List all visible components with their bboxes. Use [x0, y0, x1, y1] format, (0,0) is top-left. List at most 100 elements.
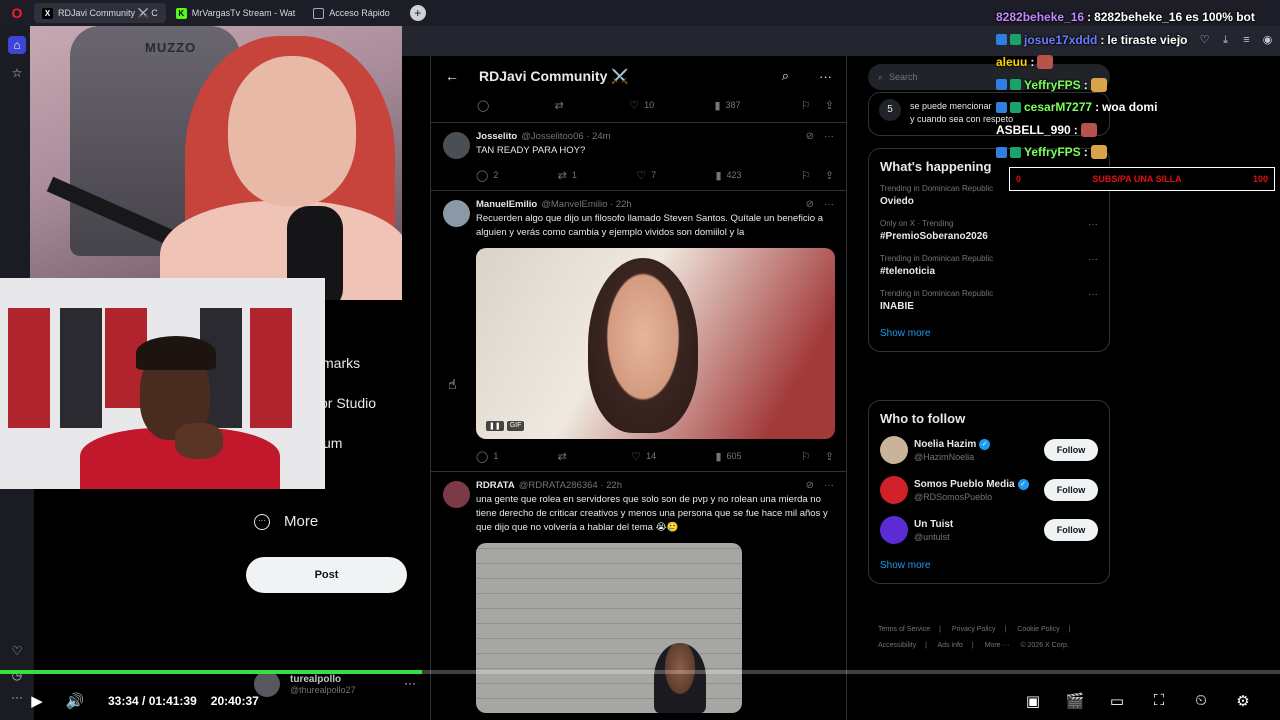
chair-logo: MUZZO [145, 40, 197, 55]
share-icon[interactable]: ⇪ [825, 450, 834, 463]
tab-rdjavi-community[interactable]: X RDJavi Community ⚔️ C [34, 3, 166, 23]
fullscreen-icon[interactable]: ⛶ [1144, 692, 1174, 710]
curtain [250, 308, 292, 428]
avatar[interactable] [880, 516, 908, 544]
tab-acceso-rapido[interactable]: Acceso Rápido [305, 3, 398, 23]
post-button[interactable]: Post [246, 557, 407, 593]
bookmark-icon[interactable]: ⚐ [801, 450, 811, 463]
page-title: RDJavi Community ⚔️ [479, 67, 629, 84]
mod-badge-icon [1010, 101, 1021, 113]
tweet-author-handle[interactable]: @RDRATA286364 · 22h [519, 480, 622, 491]
grok-icon[interactable]: ⊘ [806, 199, 814, 210]
footer-link[interactable]: Privacy Policy [952, 626, 996, 633]
trend-more-icon[interactable]: ··· [1088, 219, 1098, 230]
trend-item[interactable]: Trending in Dominican Republic #telenoti… [869, 248, 1109, 283]
heart-sidebar-icon[interactable]: ♡ [8, 642, 26, 660]
back-arrow-icon[interactable]: ← [445, 68, 459, 84]
bookmark-icon[interactable]: ⚐ [801, 99, 811, 112]
guest-hair [136, 336, 216, 370]
follow-suggestion[interactable]: Somos Pueblo Media ✓ @RDSomosPueblo Follo… [869, 470, 1109, 510]
show-more-link[interactable]: Show more [869, 318, 1109, 351]
gif-image [588, 258, 698, 433]
trend-more-icon[interactable]: ··· [1088, 289, 1098, 300]
play-icon[interactable]: ▶ [22, 692, 52, 710]
tweet-author-name[interactable]: RDRATA [476, 480, 515, 491]
new-tab-button[interactable]: + [409, 5, 426, 21]
trend-more-icon[interactable]: ··· [1088, 254, 1098, 265]
search-icon[interactable]: ⌕ [782, 68, 789, 84]
volume-icon[interactable]: 🔊 [60, 692, 90, 710]
like-button[interactable]: ♡ 14 [631, 450, 656, 463]
tweet-author-name[interactable]: ManuelEmilio [476, 199, 537, 210]
like-button[interactable]: ♡ 10 [629, 99, 654, 112]
views-icon: ▮ [715, 450, 722, 463]
miniplayer-icon[interactable]: ▣ [1018, 692, 1048, 710]
guest-webcam [0, 278, 325, 489]
footer-link[interactable]: More ··· [985, 642, 1010, 649]
tweet-author-name[interactable]: Josselito [476, 131, 517, 142]
reply-button[interactable]: ◯ 2 [476, 169, 498, 182]
tweet[interactable]: ManuelEmilio @ManvelEmilio · 22h ⊘ ··· Re… [431, 190, 846, 471]
share-icon[interactable]: ⇪ [825, 169, 834, 182]
repost-button[interactable]: ⇄ 1 [558, 169, 577, 182]
chat-username: YeffryFPS [1024, 77, 1081, 92]
grok-icon[interactable]: ⊘ [806, 480, 814, 491]
like-button[interactable]: ♡ 7 [636, 169, 656, 182]
chat-text: le tiraste viejo [1107, 32, 1188, 47]
star-icon[interactable]: ☆ [8, 64, 26, 82]
avatar[interactable] [443, 132, 470, 159]
avatar[interactable] [880, 476, 908, 504]
trend-item[interactable]: Only on X · Trending #PremioSoberano2026… [869, 213, 1109, 248]
tweet[interactable]: Josselito @Josselitoo06 · 24m ⊘ ··· TAN R… [431, 122, 846, 190]
footer-link[interactable]: Cookie Policy [1017, 626, 1059, 633]
footer-link[interactable]: Accessibility [878, 642, 916, 649]
bookmark-icon[interactable]: ⚐ [801, 169, 811, 182]
avatar[interactable] [443, 481, 470, 508]
goal-current: 0 [1016, 174, 1022, 184]
nav-item-premium[interactable]: um [323, 435, 342, 451]
nav-item-more[interactable]: ··· More [254, 513, 318, 530]
gif-badge[interactable]: ❚❚ GIF [486, 421, 525, 431]
views-button[interactable]: ▮ 387 [714, 99, 740, 112]
avatar[interactable] [880, 436, 908, 464]
tweet-more-icon[interactable]: ··· [824, 199, 834, 210]
tweet-gif[interactable]: ❚❚ GIF [476, 248, 835, 439]
avatar[interactable] [443, 200, 470, 227]
follow-button[interactable]: Follow [1044, 439, 1098, 461]
tweet-author-handle[interactable]: @Josselitoo06 · 24m [521, 131, 610, 142]
tweet-more-icon[interactable]: ··· [824, 480, 834, 491]
theater-mode-icon[interactable]: ▭ [1102, 692, 1132, 710]
home-icon[interactable]: ⌂ [8, 36, 26, 54]
reply-button[interactable]: ◯ [477, 99, 494, 112]
settings-gear-icon[interactable]: ⚙ [1228, 692, 1258, 710]
views-button[interactable]: ▮ 423 [715, 169, 741, 182]
video-time: 33:34 / 01:41:39 [108, 694, 197, 708]
grok-icon[interactable]: ⊘ [806, 131, 814, 142]
follow-button[interactable]: Follow [1044, 519, 1098, 541]
views-button[interactable]: ▮ 605 [715, 450, 741, 463]
footer-link[interactable]: Ads info [938, 642, 963, 649]
opera-logo-icon[interactable]: O [0, 0, 34, 26]
pause-icon[interactable]: ❚❚ [486, 421, 504, 431]
footer-link[interactable]: Terms of Service [878, 626, 930, 633]
streamer-webcam: MUZZO [30, 26, 402, 300]
reply-button[interactable]: ◯ 1 [476, 450, 498, 463]
follow-button[interactable]: Follow [1044, 479, 1098, 501]
follow-suggestion[interactable]: Un Tuist @untuist Follow [869, 510, 1109, 550]
nav-item-creator-studio[interactable]: or Studio [320, 395, 376, 411]
tweet-author-handle[interactable]: @ManvelEmilio · 22h [541, 199, 631, 210]
tab-mrvargastv-stream[interactable]: K MrVargasTv Stream - Wat [168, 3, 304, 23]
repost-button[interactable]: ⇄ [558, 450, 572, 463]
repost-button[interactable]: ⇄ [555, 99, 569, 112]
tweet-more-icon[interactable]: ··· [824, 131, 834, 142]
video-progress-bar[interactable] [0, 670, 1280, 674]
follow-suggestion[interactable]: Noelia Hazim ✓ @HazimNoelia Follow [869, 430, 1109, 470]
clip-icon[interactable]: 🎬 [1060, 692, 1090, 710]
share-icon[interactable]: ⇪ [825, 99, 834, 112]
sub-badge-icon [996, 34, 1007, 46]
trend-item[interactable]: Trending in Dominican Republic INABIE ··… [869, 283, 1109, 318]
nav-item-bookmarks[interactable]: marks [322, 355, 360, 371]
more-options-icon[interactable]: ··· [819, 69, 832, 84]
show-more-link[interactable]: Show more [869, 550, 1109, 583]
speed-icon[interactable]: ⏲ [1186, 692, 1216, 710]
